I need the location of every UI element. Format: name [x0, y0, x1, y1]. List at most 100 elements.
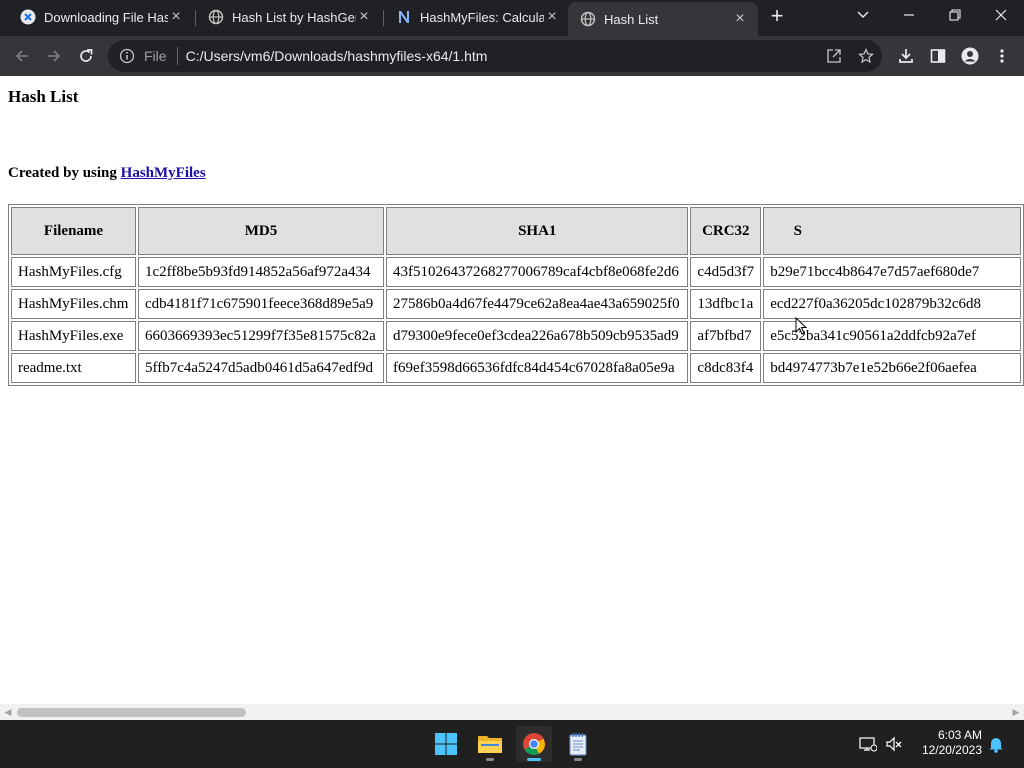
url-scheme-label: File [144, 48, 167, 64]
folder-icon [478, 736, 502, 753]
share-icon [827, 49, 841, 63]
cell-sha1: f69ef3598d66536fdfc84d454c67028fa8a05e9a [386, 353, 689, 383]
address-bar[interactable]: File C:/Users/vm6/Downloads/hashmyfiles-… [108, 40, 882, 72]
cell-md5: 1c2ff8be5b93fd914852a56af972a434 [138, 257, 385, 287]
tab-title: HashMyFiles: Calculate [420, 9, 544, 25]
column-header-sha256: S [763, 207, 1021, 255]
windows-logo-icon [435, 733, 457, 755]
url-separator [176, 47, 178, 65]
share-button[interactable] [818, 42, 850, 70]
notepad-button[interactable] [560, 726, 596, 762]
restore-icon [949, 9, 961, 21]
scroll-right-arrow-icon[interactable]: ▶ [1011, 707, 1021, 717]
restore-button[interactable] [932, 0, 978, 30]
globe-icon [208, 9, 224, 25]
close-icon[interactable]: × [356, 8, 372, 25]
cell-filename: HashMyFiles.cfg [11, 257, 136, 287]
chrome-icon [523, 733, 545, 755]
network-icon[interactable] [858, 734, 878, 754]
start-button[interactable] [428, 726, 464, 762]
cell-sha1: 27586b0a4d67fe4479ce62a8ea4ae43a659025f0 [386, 289, 689, 319]
cell-sha256: bd4974773b7e1e52b66e2f06aefea [763, 353, 1021, 383]
cell-crc32: 13dfbc1a [690, 289, 762, 319]
mouse-cursor-icon [795, 317, 807, 335]
notification-bell-icon[interactable] [986, 734, 1006, 754]
download-icon [899, 49, 913, 63]
created-by-line: Created by using HashMyFiles [8, 165, 206, 182]
cell-sha1: d79300e9fece0ef3cdea226a678b509cb9535ad9 [386, 321, 689, 351]
system-clock[interactable]: 6:03 AM 12/20/2023 [922, 728, 982, 758]
reload-button[interactable] [72, 42, 100, 70]
tab-downloading-file-hash[interactable]: Downloading File Hash × [8, 0, 194, 34]
table-row: readme.txt 5ffb7c4a5247d5adb0461d5a647ed… [11, 353, 1021, 383]
notion-n-icon [396, 9, 412, 25]
scroll-left-arrow-icon[interactable]: ◀ [3, 707, 13, 717]
column-header-sha1: SHA1 [386, 207, 689, 255]
cell-filename: readme.txt [11, 353, 136, 383]
horizontal-scrollbar[interactable]: ◀ ▶ [0, 704, 1024, 720]
close-icon[interactable]: × [544, 8, 560, 25]
side-panel-icon [930, 49, 946, 63]
volume-muted-icon[interactable] [884, 734, 904, 754]
bookmark-button[interactable] [850, 42, 882, 70]
globe-icon [580, 11, 596, 27]
minimize-icon [904, 14, 914, 16]
cell-md5: cdb4181f71c675901feece368d89e5a9 [138, 289, 385, 319]
hash-table: Filename MD5 SHA1 CRC32 S HashMyFiles.cf… [8, 204, 1024, 386]
running-indicator [574, 758, 582, 761]
tab-search-button[interactable] [840, 0, 886, 30]
table-row: HashMyFiles.chm cdb4181f71c675901feece36… [11, 289, 1021, 319]
close-window-button[interactable] [978, 0, 1024, 30]
table-header-row: Filename MD5 SHA1 CRC32 S [11, 207, 1021, 255]
table-row: HashMyFiles.exe 6603669393ec51299f7f35e8… [11, 321, 1021, 351]
info-icon[interactable] [118, 47, 136, 65]
cell-crc32: c4d5d3f7 [690, 257, 762, 287]
arrow-left-icon [15, 50, 28, 62]
browser-toolbar: File C:/Users/vm6/Downloads/hashmyfiles-… [0, 36, 1024, 76]
cell-crc32: c8dc83f4 [690, 353, 762, 383]
cell-filename: HashMyFiles.exe [11, 321, 136, 351]
profile-button[interactable] [956, 42, 984, 70]
arrow-right-icon [48, 50, 61, 62]
tab-title: Downloading File Hash [44, 9, 168, 25]
side-panel-button[interactable] [924, 42, 952, 70]
hash-app-icon [20, 9, 36, 25]
tab-hash-list-active[interactable]: Hash List × [568, 2, 758, 36]
cell-filename: HashMyFiles.chm [11, 289, 136, 319]
close-icon[interactable]: × [732, 10, 748, 27]
tab-hash-list-hashgene[interactable]: Hash List by HashGene × [196, 0, 382, 34]
browser-menu-button[interactable] [988, 42, 1016, 70]
forward-button[interactable] [40, 42, 68, 70]
downloads-button[interactable] [892, 42, 920, 70]
notepad-icon [569, 733, 587, 756]
column-header-crc32: CRC32 [690, 207, 762, 255]
windows-taskbar: 6:03 AM 12/20/2023 [0, 720, 1024, 768]
created-by-text: Created by using [8, 165, 121, 181]
chevron-down-icon [857, 11, 869, 18]
scrollbar-thumb[interactable] [17, 708, 246, 717]
clock-date: 12/20/2023 [921, 743, 982, 757]
tab-title: Hash List by HashGene [232, 9, 356, 25]
hashmyfiles-link[interactable]: HashMyFiles [121, 165, 206, 181]
tab-title: Hash List [604, 11, 659, 27]
cell-crc32: af7bfbd7 [690, 321, 762, 351]
chrome-button[interactable] [516, 726, 552, 762]
tab-hashmyfiles-calculate[interactable]: HashMyFiles: Calculate × [384, 0, 570, 34]
running-indicator [527, 758, 541, 761]
back-button[interactable] [8, 42, 36, 70]
new-tab-button[interactable]: + [766, 5, 788, 28]
file-explorer-button[interactable] [472, 726, 508, 762]
close-icon [995, 9, 1007, 21]
page-content: Hash List Created by using HashMyFiles F… [0, 76, 1024, 704]
column-header-filename: Filename [11, 207, 136, 255]
url-text[interactable]: C:/Users/vm6/Downloads/hashmyfiles-x64/1… [186, 48, 818, 64]
profile-avatar-icon [961, 47, 979, 65]
page-heading: Hash List [8, 87, 79, 106]
cell-sha256: b29e71bcc4b8647e7d57aef680de7 [763, 257, 1021, 287]
kebab-menu-icon [1000, 49, 1004, 63]
minimize-button[interactable] [886, 0, 932, 30]
cell-md5: 5ffb7c4a5247d5adb0461d5a647edf9d [138, 353, 385, 383]
cell-sha256: ecd227f0a36205dc102879b32c6d8 [763, 289, 1021, 319]
close-icon[interactable]: × [168, 8, 184, 25]
reload-icon [80, 49, 93, 62]
